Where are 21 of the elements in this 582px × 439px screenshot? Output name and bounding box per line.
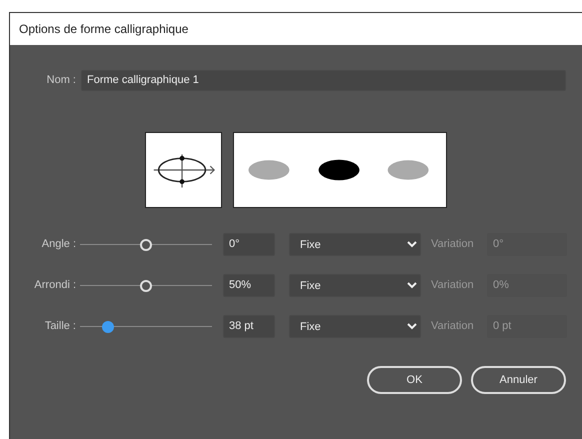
angle-roundness-icon[interactable] <box>145 132 222 208</box>
value-field[interactable]: 0° <box>223 233 275 256</box>
slider-thumb[interactable] <box>140 238 152 250</box>
window-title: Options de forme calligraphique <box>19 21 188 38</box>
slider-label: Arrondi : <box>33 278 76 294</box>
slider-label: Angle : <box>40 237 76 252</box>
name-label: Nom : <box>46 73 76 88</box>
variation-label: Variation <box>431 237 475 252</box>
variation-label: Variation <box>431 278 475 294</box>
mode-dropdown[interactable]: Fixe <box>289 233 421 256</box>
dialog-button[interactable]: Annuler <box>471 366 566 394</box>
mode-dropdown[interactable]: Fixe <box>289 315 421 338</box>
slider-thumb[interactable] <box>140 280 152 292</box>
mode-dropdown[interactable]: Fixe <box>289 274 421 297</box>
value-field[interactable]: 38 pt <box>223 315 275 338</box>
name-field[interactable]: Forme calligraphique 1 <box>81 70 566 91</box>
variation-label: Variation <box>431 319 475 334</box>
slider-thumb[interactable] <box>102 320 114 332</box>
value-field[interactable]: 50% <box>223 274 275 297</box>
slider-label: Taille : <box>44 319 76 334</box>
dialog-button[interactable]: OK <box>367 366 462 394</box>
